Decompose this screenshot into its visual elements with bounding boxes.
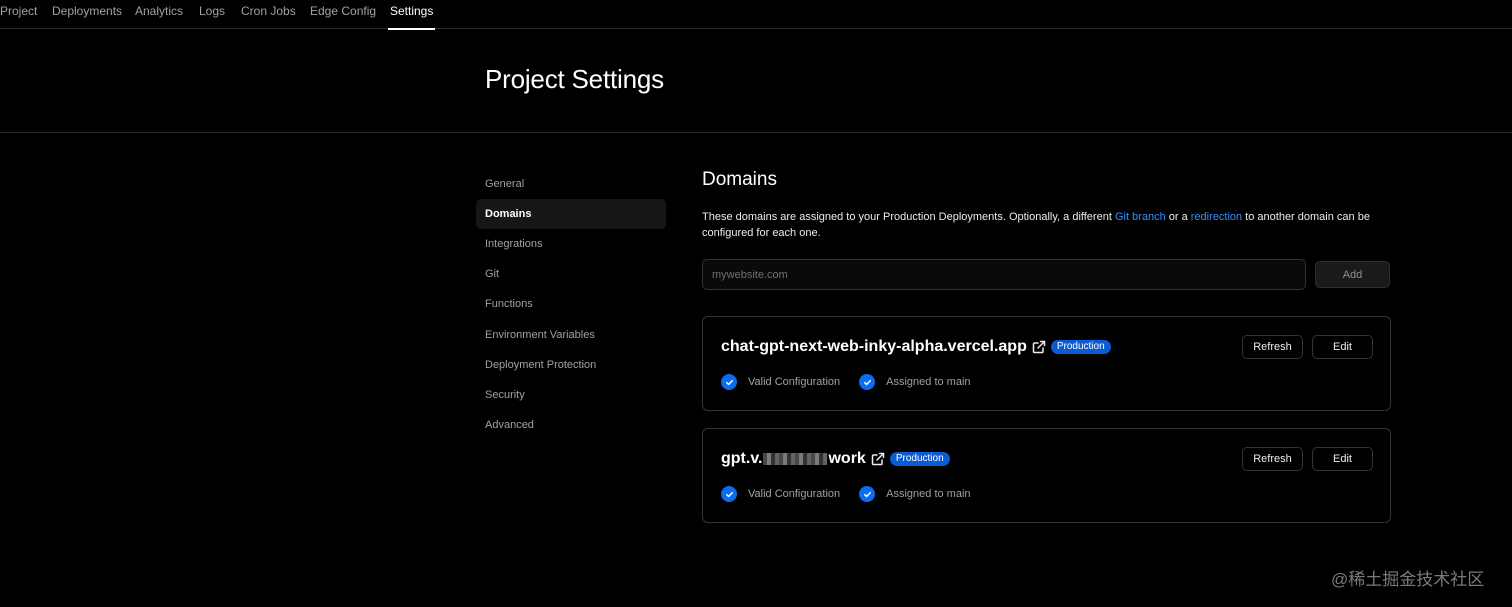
- redacted-text: [763, 452, 828, 465]
- status-row: Valid Configuration Assigned to main: [721, 374, 971, 390]
- check-circle-icon: [721, 374, 737, 390]
- valid-configuration-status: Valid Configuration: [748, 376, 841, 388]
- sidebar-item-environment-variables[interactable]: Environment Variables: [476, 320, 666, 350]
- sidebar-item-functions[interactable]: Functions: [476, 289, 666, 319]
- tab-analytics[interactable]: Analytics: [135, 0, 183, 29]
- refresh-button[interactable]: Refresh: [1242, 335, 1303, 359]
- add-domain-button[interactable]: Add: [1315, 261, 1390, 288]
- valid-configuration-status: Valid Configuration: [748, 488, 841, 500]
- production-badge: Production: [889, 452, 950, 466]
- description-text-1: These domains are assigned to your Produ…: [702, 211, 1115, 223]
- domain-card: gpt.v. work Production Valid Configuratio…: [702, 428, 1391, 523]
- domain-name-suffix: work: [828, 450, 866, 467]
- assigned-branch-status: Assigned to main: [886, 488, 971, 500]
- production-badge: Production: [1050, 340, 1111, 354]
- domains-description: These domains are assigned to your Produ…: [702, 210, 1402, 241]
- sidebar-item-general[interactable]: General: [476, 169, 666, 199]
- domain-name[interactable]: chat-gpt-next-web-inky-alpha.vercel.app: [721, 338, 1027, 356]
- refresh-button[interactable]: Refresh: [1242, 447, 1303, 471]
- sidebar-item-git[interactable]: Git: [476, 259, 666, 289]
- sidebar-item-integrations[interactable]: Integrations: [476, 229, 666, 259]
- sidebar-item-domains[interactable]: Domains: [476, 199, 666, 229]
- external-link-icon[interactable]: [871, 452, 885, 466]
- tab-logs[interactable]: Logs: [199, 0, 225, 29]
- sidebar-item-security[interactable]: Security: [476, 380, 666, 410]
- assigned-branch-status: Assigned to main: [886, 376, 971, 388]
- page-title: Project Settings: [485, 64, 664, 94]
- description-text-2: or a: [1165, 211, 1191, 223]
- check-circle-icon: [721, 486, 737, 502]
- check-circle-icon: [859, 374, 876, 390]
- tab-project[interactable]: Project: [0, 0, 37, 29]
- domain-row: chat-gpt-next-web-inky-alpha.vercel.app …: [721, 337, 1111, 357]
- tab-cron-jobs[interactable]: Cron Jobs: [241, 0, 296, 29]
- tab-edge-config[interactable]: Edge Config: [310, 0, 376, 29]
- domain-name-prefix: gpt.v.: [721, 450, 763, 467]
- edit-button[interactable]: Edit: [1312, 447, 1373, 471]
- sidebar-item-advanced[interactable]: Advanced: [476, 410, 666, 440]
- check-circle-icon: [859, 486, 876, 502]
- domain-input[interactable]: [702, 259, 1306, 290]
- domain-card: chat-gpt-next-web-inky-alpha.vercel.app …: [702, 316, 1391, 411]
- tab-settings[interactable]: Settings: [387, 0, 436, 30]
- tab-deployments[interactable]: Deployments: [52, 0, 122, 29]
- top-navigation: Project Deployments Analytics Logs Cron …: [0, 0, 1512, 30]
- status-row: Valid Configuration Assigned to main: [721, 486, 971, 502]
- domain-name[interactable]: gpt.v. work: [721, 450, 866, 468]
- domains-title: Domains: [702, 169, 777, 190]
- sidebar-item-deployment-protection[interactable]: Deployment Protection: [476, 350, 666, 380]
- header-divider: [0, 132, 1512, 133]
- redirection-link[interactable]: redirection: [1191, 211, 1242, 223]
- edit-button[interactable]: Edit: [1312, 335, 1373, 359]
- external-link-icon[interactable]: [1032, 340, 1046, 354]
- watermark: @稀土掘金技术社区: [1331, 570, 1485, 589]
- domain-row: gpt.v. work Production: [721, 449, 950, 469]
- git-branch-link[interactable]: Git branch: [1115, 211, 1166, 223]
